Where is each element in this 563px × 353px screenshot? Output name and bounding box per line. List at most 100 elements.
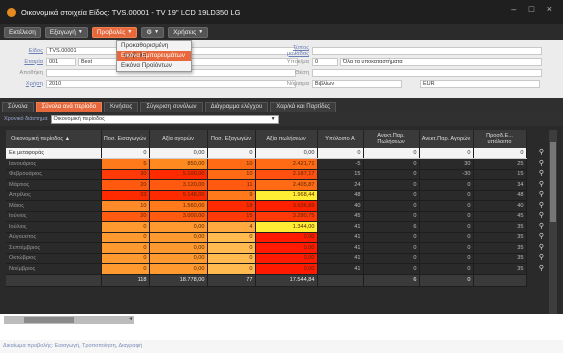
- table-row[interactable]: Μάιος 10 1.560,00 18 3.936,89 40 0 0 40: [6, 200, 527, 212]
- year-label[interactable]: Χρήση: [4, 81, 46, 87]
- value-cell: 30: [101, 169, 150, 180]
- column-header[interactable]: Ποσ. Εισαγωγών: [101, 130, 150, 148]
- value-cell: 0: [363, 263, 420, 275]
- column-header[interactable]: Προσδ.Ε... υπόλοιπο: [473, 130, 527, 148]
- table-row[interactable]: Μάρτιος 20 3.120,00 11 2.405,87 24 0 0 34: [6, 179, 527, 191]
- value-cell: 0: [363, 179, 420, 191]
- branch-name-field[interactable]: Όλα τα υποκαταστήματα: [340, 57, 542, 66]
- table-row[interactable]: Οκτώβριος 0 0,00 0 0,00 41 0 0 35: [6, 253, 527, 264]
- value-cell: 0,00: [255, 253, 318, 264]
- value-cell: 3.936,89: [255, 200, 318, 212]
- year-row: Χρήση 2010: [4, 79, 296, 88]
- period-cell: Μάρτιος: [6, 179, 102, 191]
- column-header[interactable]: Ανεκτ.Παρ. Πωλήσεων: [363, 130, 420, 148]
- period-filter-select[interactable]: Οικονομική περίοδος ▼: [50, 114, 279, 124]
- unit-type-label[interactable]: Τύπος μονάδας: [270, 45, 312, 57]
- execute-button[interactable]: Εκτέλεση: [4, 26, 41, 38]
- vertical-scrollbar[interactable]: [549, 130, 557, 314]
- search-icon[interactable]: ⚲: [536, 201, 547, 212]
- header-form: Είδος TVS.00001 Εταιρία 001 Best Αποθήκη…: [0, 40, 563, 98]
- search-icon[interactable]: ⚲: [536, 169, 547, 180]
- year-field[interactable]: 2010: [46, 79, 296, 88]
- search-icon[interactable]: ⚲: [536, 264, 547, 275]
- search-icon[interactable]: ⚲: [536, 148, 547, 159]
- value-cell: 0: [363, 211, 420, 222]
- menu-item-products-view[interactable]: Εικόνα Προϊόντων: [117, 61, 191, 71]
- settings-button[interactable]: ⚙ ▼: [141, 26, 165, 38]
- export-button[interactable]: Εξαγωγή ▼: [44, 26, 88, 38]
- column-header[interactable]: Οικονομική περίοδος ▲: [6, 130, 102, 148]
- value-cell: 41: [317, 263, 364, 275]
- uses-button[interactable]: Χρήσεις ▼: [168, 26, 209, 38]
- search-icon[interactable]: ⚲: [536, 159, 547, 170]
- value-cell: 41: [317, 242, 364, 254]
- table-row[interactable]: Ιανουάριος 5 850,00 10 2.421,71 -5 0 30 25: [6, 158, 527, 170]
- currency-field[interactable]: EUR: [420, 79, 540, 88]
- search-icon[interactable]: ⚲: [536, 190, 547, 201]
- column-header[interactable]: Αξία πωλήσεων: [255, 130, 318, 148]
- value-cell: 33: [101, 190, 150, 201]
- views-button[interactable]: Προβολές ▼: [91, 26, 138, 38]
- column-header[interactable]: Υπόλοιπο Α: [317, 130, 364, 148]
- value-cell: 0,00: [149, 253, 208, 264]
- search-icon[interactable]: ⚲: [536, 222, 547, 233]
- scroll-right-icon[interactable]: ◂: [129, 315, 132, 322]
- total-cell: 6: [363, 274, 420, 287]
- scrollbar-thumb[interactable]: [24, 317, 74, 323]
- tab-totals-per-period[interactable]: Σύνολα ανά περίοδο: [35, 102, 103, 112]
- table-row[interactable]: Απρίλιος 33 5.148,00 9 1.968,44 48 0 0 48: [6, 190, 527, 201]
- table-row[interactable]: Εκ μεταφοράς 0 0,00 0 0,00 0 0 0 0: [6, 148, 527, 159]
- tab-totals[interactable]: Σύνολα: [2, 102, 34, 112]
- column-header[interactable]: Αξία αγορών: [149, 130, 208, 148]
- tab-movements[interactable]: Κινήσεις: [104, 102, 139, 112]
- horizontal-scrollbar[interactable]: ◂: [4, 316, 134, 324]
- value-cell: 0,00: [149, 263, 208, 275]
- value-cell: 0: [207, 232, 256, 243]
- column-header[interactable]: Ανεκτ.Παρ. Αγορών: [419, 130, 474, 148]
- period-cell: Νοέμβριος: [6, 263, 102, 275]
- period-cell: Σεπτέμβριος: [6, 242, 102, 254]
- status-bar: Δικαίωμα προβολής: Εισαγωγή, Τροποποίηση…: [0, 340, 563, 353]
- value-cell: 0: [363, 253, 420, 264]
- value-cell: 0: [419, 200, 474, 212]
- table-row[interactable]: Ιούνιος 20 3.000,00 15 3.280,75 45 0 0 45: [6, 211, 527, 222]
- total-cell: 0: [419, 274, 474, 287]
- search-icon[interactable]: ⚲: [536, 180, 547, 191]
- company-code-field[interactable]: 001: [46, 57, 76, 66]
- window-controls[interactable]: – □ ×: [511, 4, 557, 14]
- table-row[interactable]: Αύγουστος 0 0,00 0 0,00 41 0 0 35: [6, 232, 527, 243]
- search-icon[interactable]: ⚲: [536, 253, 547, 264]
- column-header[interactable]: Ποσ. Εξαγωγών: [207, 130, 256, 148]
- table-row[interactable]: Σεπτέμβριος 0 0,00 0 0,00 41 0 0 35: [6, 242, 527, 254]
- title-bar: Οικονομικά στοιχεία Είδος: TVS.00001 - T…: [0, 0, 563, 24]
- position-field[interactable]: [312, 68, 542, 77]
- table-row[interactable]: Ιούλιος 0 0,00 4 1.344,00 41 6 0 35: [6, 221, 527, 233]
- tab-compare-totals[interactable]: Σύγκριση συνόλων: [140, 102, 203, 112]
- table-row[interactable]: Νοέμβριος 0 0,00 0 0,00 41 0 0 35: [6, 263, 527, 275]
- total-cell: 17.544,84: [255, 274, 318, 287]
- search-icon[interactable]: ⚲: [536, 211, 547, 222]
- table-row[interactable]: Φεβρουάριος 30 5.100,00 10 2.187,17 15 0 -30 15: [6, 169, 527, 180]
- search-icon[interactable]: ⚲: [536, 243, 547, 254]
- total-cell: [6, 274, 102, 287]
- menu-item-default-view[interactable]: Προκαθορισμένη Προβολή: [117, 41, 191, 59]
- value-cell: 20: [101, 179, 150, 191]
- chevron-down-icon: ▼: [198, 28, 204, 35]
- menu-item-goods-view[interactable]: Εικόνα Εμπορευμάτων: [117, 51, 191, 61]
- unit-type-field[interactable]: [312, 46, 542, 55]
- row-lookup-icons: ⚲ ⚲ ⚲ ⚲ ⚲ ⚲ ⚲ ⚲ ⚲ ⚲ ⚲ ⚲: [536, 148, 547, 308]
- tab-control-chart[interactable]: Διάγραμμα ελέγχου: [204, 102, 269, 112]
- branch-code-field[interactable]: 0: [312, 57, 338, 66]
- search-icon[interactable]: ⚲: [536, 232, 547, 243]
- company-label[interactable]: Εταιρία: [4, 59, 46, 65]
- currency-row: Νόμισμα Βιβλίων EUR: [270, 79, 540, 88]
- ledger-field[interactable]: Βιβλίων: [312, 79, 402, 88]
- value-cell: 0: [207, 148, 256, 159]
- scrollbar-thumb[interactable]: [550, 142, 556, 222]
- value-cell: 41: [317, 221, 364, 233]
- tab-characteristics-batches[interactable]: Χαρ/κά και Παρτίδες: [270, 102, 337, 112]
- value-cell: 0: [207, 242, 256, 254]
- total-cell: [317, 274, 364, 287]
- item-label[interactable]: Είδος: [4, 48, 46, 54]
- total-cell: 77: [207, 274, 256, 287]
